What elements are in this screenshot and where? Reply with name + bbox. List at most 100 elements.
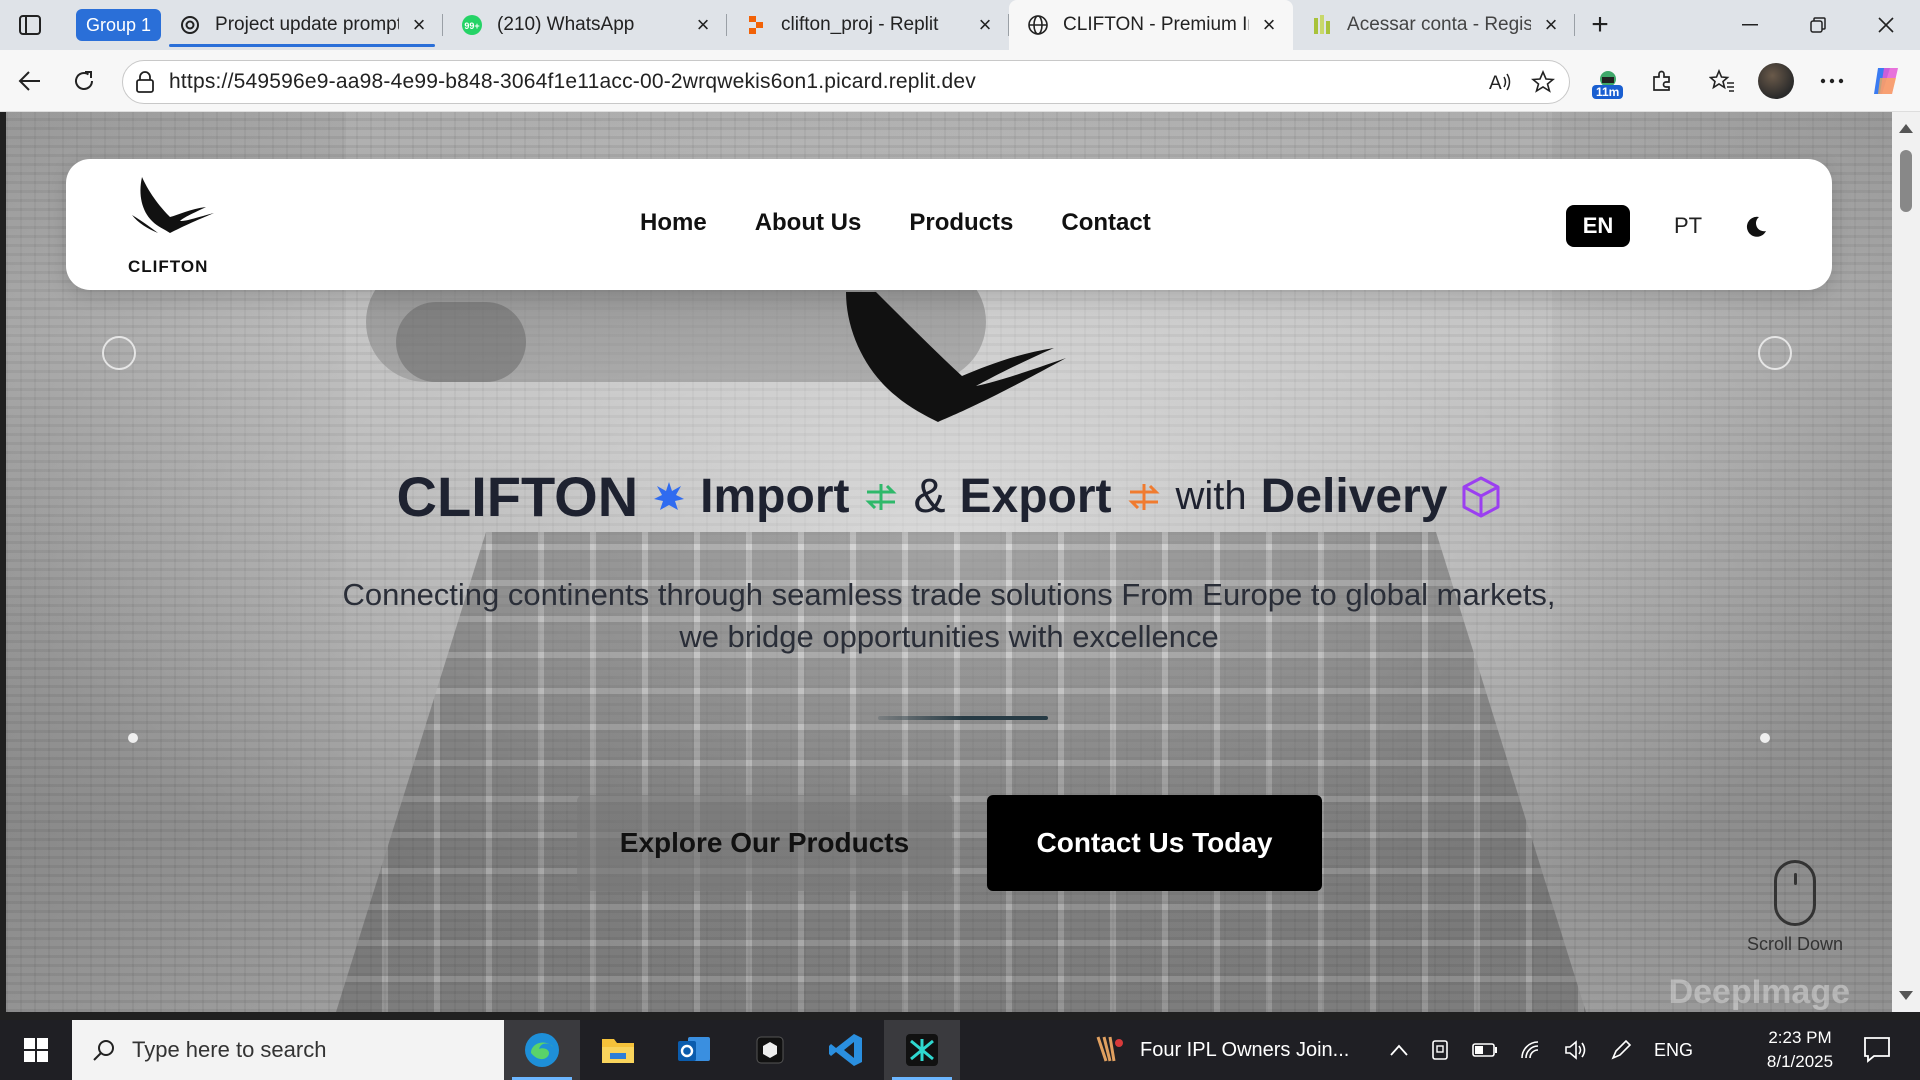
wifi-icon[interactable] bbox=[1520, 1040, 1542, 1060]
search-icon bbox=[93, 1040, 114, 1061]
tab-group-chip[interactable]: Group 1 bbox=[76, 9, 162, 41]
chatgpt-icon bbox=[179, 14, 201, 36]
main-menu: Home About Us Products Contact bbox=[640, 209, 1151, 237]
tab-clifton[interactable]: CLIFTON - Premium Imp × bbox=[1009, 0, 1294, 50]
hero-brand: CLIFTON bbox=[396, 465, 639, 528]
extensions-button[interactable] bbox=[1642, 61, 1682, 101]
favorites-button[interactable] bbox=[1702, 61, 1742, 101]
contact-us-button[interactable]: Contact Us Today bbox=[987, 795, 1322, 891]
scroll-down-indicator[interactable]: Scroll Down bbox=[1740, 860, 1850, 955]
favorite-star-icon[interactable] bbox=[1531, 70, 1555, 94]
extension-timer-button[interactable]: 11m bbox=[1588, 61, 1628, 101]
eagle-logo-icon bbox=[132, 177, 214, 233]
registro-icon bbox=[1311, 14, 1333, 36]
back-arrow-icon bbox=[18, 71, 40, 91]
scrollbar-thumb[interactable] bbox=[1900, 150, 1912, 212]
tab-whatsapp[interactable]: 99+ (210) WhatsApp × bbox=[443, 0, 728, 50]
teal-app-icon bbox=[906, 1034, 938, 1066]
taskbar-search[interactable]: Type here to search bbox=[72, 1020, 504, 1080]
tab-replit[interactable]: clifton_proj - Replit × bbox=[727, 0, 1010, 50]
notification-icon[interactable] bbox=[1862, 1034, 1892, 1064]
whatsapp-badge: 99+ bbox=[464, 21, 479, 31]
news-widget[interactable]: Four IPL Owners Join... bbox=[1092, 1020, 1349, 1080]
taskbar-file-explorer[interactable] bbox=[580, 1020, 656, 1080]
profile-button[interactable] bbox=[1756, 61, 1796, 101]
tab-title: (210) WhatsApp bbox=[497, 14, 635, 35]
reload-icon bbox=[75, 71, 93, 90]
volume-icon[interactable] bbox=[1564, 1040, 1588, 1060]
close-icon[interactable]: × bbox=[975, 14, 995, 36]
scroll-down-label: Scroll Down bbox=[1746, 934, 1844, 954]
site-info-icon[interactable] bbox=[135, 71, 155, 93]
close-icon[interactable]: × bbox=[1259, 14, 1279, 36]
nav-home[interactable]: Home bbox=[640, 209, 707, 237]
scroll-down-arrow-icon[interactable] bbox=[1899, 991, 1913, 1000]
address-bar-row: https://549596e9-aa98-4e99-b848-3064f1e1… bbox=[0, 50, 1920, 112]
taskbar-edge[interactable] bbox=[504, 1020, 580, 1080]
hero-word-import: Import bbox=[700, 470, 850, 523]
copilot-button[interactable] bbox=[1866, 61, 1906, 101]
minimize-button[interactable] bbox=[1716, 0, 1784, 50]
search-placeholder: Type here to search bbox=[132, 1037, 327, 1062]
taskbar-clock[interactable]: 2:23 PM 8/1/2025 bbox=[1752, 1026, 1848, 1074]
window-controls bbox=[1716, 0, 1920, 50]
pen-icon[interactable] bbox=[1610, 1039, 1632, 1061]
image-watermark: DeepImage bbox=[1668, 973, 1850, 1011]
taskbar-app-teal[interactable] bbox=[884, 1020, 960, 1080]
hero-subtitle: Connecting continents through seamless t… bbox=[6, 574, 1892, 658]
decor-circle-right bbox=[1758, 336, 1792, 370]
close-window-button[interactable] bbox=[1852, 0, 1920, 50]
mouse-icon bbox=[1774, 860, 1816, 926]
taskbar-outlook[interactable] bbox=[656, 1020, 732, 1080]
decor-dot-left bbox=[128, 733, 138, 743]
system-tray: ENG bbox=[1390, 1020, 1693, 1080]
back-button[interactable] bbox=[10, 61, 50, 101]
edge-icon bbox=[525, 1033, 559, 1067]
url-field[interactable]: https://549596e9-aa98-4e99-b848-3064f1e1… bbox=[122, 60, 1570, 104]
hero-word-delivery: Delivery bbox=[1260, 470, 1448, 523]
nav-products[interactable]: Products bbox=[909, 209, 1013, 237]
taskbar-vscode[interactable] bbox=[808, 1020, 884, 1080]
chevron-up-icon[interactable] bbox=[1390, 1044, 1408, 1056]
tab-project-update[interactable]: Project update prompt × bbox=[161, 0, 444, 50]
decor-dot-right bbox=[1760, 733, 1770, 743]
windows-logo-icon bbox=[24, 1038, 48, 1062]
nav-about-us[interactable]: About Us bbox=[755, 209, 862, 237]
folder-icon bbox=[602, 1039, 634, 1063]
theme-toggle-button[interactable] bbox=[1738, 209, 1774, 245]
puzzle-icon bbox=[1653, 70, 1670, 91]
language-pt-button[interactable]: PT bbox=[1656, 205, 1720, 247]
taskbar-app-cube[interactable] bbox=[732, 1020, 808, 1080]
tab-actions-button[interactable] bbox=[0, 0, 60, 50]
close-icon[interactable]: × bbox=[409, 14, 429, 36]
logo-wordmark: CLIFTON bbox=[128, 257, 209, 276]
cricket-icon bbox=[1096, 1036, 1123, 1062]
scroll-up-arrow-icon[interactable] bbox=[1899, 124, 1913, 133]
start-button[interactable] bbox=[0, 1020, 72, 1080]
page-scrollbar[interactable] bbox=[1892, 112, 1920, 1012]
package-box-icon bbox=[1462, 476, 1500, 517]
close-icon[interactable]: × bbox=[1541, 14, 1561, 36]
read-aloud-icon[interactable]: A bbox=[1489, 71, 1513, 93]
nav-contact[interactable]: Contact bbox=[1061, 209, 1150, 237]
restore-button[interactable] bbox=[1784, 0, 1852, 50]
close-icon[interactable]: × bbox=[693, 14, 713, 36]
language-en-button[interactable]: EN bbox=[1566, 205, 1630, 247]
svg-text:A: A bbox=[1489, 73, 1502, 93]
favorites-list-icon bbox=[1709, 69, 1734, 92]
background-engine bbox=[396, 302, 526, 382]
outlook-icon bbox=[678, 1037, 710, 1061]
avatar bbox=[1758, 63, 1794, 99]
more-options-button[interactable] bbox=[1812, 61, 1852, 101]
new-tab-button[interactable]: + bbox=[1575, 0, 1625, 50]
reload-button[interactable] bbox=[64, 61, 104, 101]
input-language[interactable]: ENG bbox=[1654, 1040, 1693, 1061]
battery-icon[interactable] bbox=[1472, 1043, 1498, 1057]
site-logo[interactable]: CLIFTON bbox=[128, 177, 218, 277]
tab-registro[interactable]: Acessar conta - Registro × bbox=[1293, 0, 1576, 50]
explore-products-button[interactable]: Explore Our Products bbox=[577, 795, 952, 891]
hero-word-with: with bbox=[1175, 474, 1247, 518]
device-icon[interactable] bbox=[1430, 1039, 1450, 1061]
tab-title: Acessar conta - Registro bbox=[1347, 14, 1532, 35]
hero-subtitle-line-1: Connecting continents through seamless t… bbox=[342, 577, 1556, 612]
